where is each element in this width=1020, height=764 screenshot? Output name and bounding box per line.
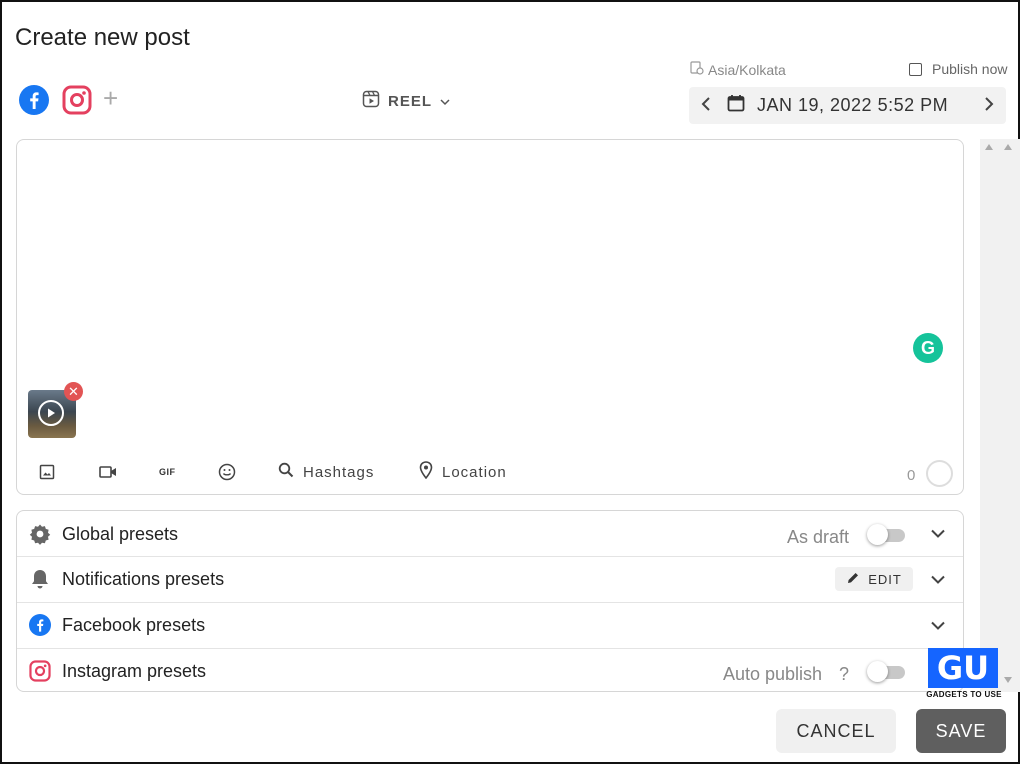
play-icon bbox=[38, 400, 64, 426]
chevron-left-icon[interactable] bbox=[689, 95, 723, 116]
editor-toolbar: GIF Hashtags Location 0 bbox=[17, 457, 963, 487]
bell-icon bbox=[29, 568, 51, 590]
page-title: Create new post bbox=[15, 24, 190, 51]
facebook-icon[interactable] bbox=[18, 84, 50, 116]
post-editor[interactable]: G ✕ GIF Hashtags Location 0 bbox=[16, 139, 964, 495]
watermark-text: GADGETS TO USE bbox=[926, 690, 1002, 699]
search-icon bbox=[278, 462, 294, 482]
chevron-down-icon[interactable] bbox=[930, 525, 946, 541]
schedule-date-picker: JAN 19, 2022 5:52 PM bbox=[689, 87, 1006, 124]
publish-now-label: Publish now bbox=[932, 61, 1008, 77]
toggle-knob bbox=[867, 661, 888, 682]
instagram-icon bbox=[29, 660, 51, 682]
grammarly-letter: G bbox=[920, 337, 935, 358]
preset-label: Notifications presets bbox=[62, 569, 225, 589]
reel-icon bbox=[362, 90, 380, 112]
cancel-button[interactable]: CANCEL bbox=[776, 709, 896, 753]
preset-row-notifications[interactable]: Notifications presets EDIT bbox=[17, 557, 963, 602]
location-button[interactable]: Location bbox=[419, 457, 507, 487]
post-type-label: REEL bbox=[388, 92, 433, 110]
scrollbar[interactable] bbox=[980, 139, 1020, 692]
close-icon[interactable]: ✕ bbox=[64, 382, 83, 401]
character-counter: 0 bbox=[907, 467, 916, 484]
chevron-down-icon[interactable] bbox=[930, 617, 946, 633]
grammarly-icon[interactable]: G bbox=[913, 333, 943, 363]
location-label: Location bbox=[442, 463, 507, 481]
help-icon[interactable]: ? bbox=[839, 664, 849, 685]
scroll-up-arrow-icon[interactable] bbox=[985, 144, 993, 150]
date-text: JAN 19, 2022 5:52 PM bbox=[757, 95, 949, 115]
facebook-icon bbox=[29, 614, 51, 636]
checkbox-box[interactable] bbox=[909, 62, 922, 76]
chevron-down-icon bbox=[440, 93, 450, 110]
gadgets-to-use-logo-icon: GU bbox=[928, 648, 998, 688]
edit-button[interactable]: EDIT bbox=[835, 567, 913, 591]
auto-publish-toggle[interactable] bbox=[867, 661, 907, 682]
scroll-up-arrow-icon[interactable] bbox=[1004, 144, 1012, 150]
calendar-icon bbox=[727, 94, 745, 117]
watermark-logo: GU GADGETS TO USE bbox=[924, 648, 1004, 702]
presets-panel: Global presets As draft Notifications pr… bbox=[16, 510, 964, 692]
gif-button[interactable]: GIF bbox=[159, 457, 176, 487]
timezone-label: Asia/Kolkata bbox=[708, 61, 786, 78]
plus-icon[interactable]: + bbox=[103, 85, 118, 111]
as-draft-label: As draft bbox=[787, 527, 850, 547]
preset-row-global[interactable]: Global presets As draft bbox=[17, 511, 963, 556]
emoji-icon[interactable] bbox=[218, 457, 236, 487]
hashtags-label: Hashtags bbox=[303, 463, 375, 481]
image-icon[interactable] bbox=[39, 457, 55, 487]
pencil-icon bbox=[846, 571, 860, 588]
location-pin-icon bbox=[419, 461, 433, 483]
auto-publish-label: Auto publish bbox=[723, 664, 823, 684]
globe-icon bbox=[690, 61, 704, 78]
chevron-down-icon[interactable] bbox=[930, 571, 946, 587]
edit-label: EDIT bbox=[868, 571, 902, 587]
save-button[interactable]: SAVE bbox=[916, 709, 1006, 753]
scroll-down-arrow-icon[interactable] bbox=[1004, 677, 1012, 683]
preset-row-facebook[interactable]: Facebook presets bbox=[17, 603, 963, 648]
date-display[interactable]: JAN 19, 2022 5:52 PM bbox=[723, 94, 972, 117]
create-post-dialog: Create new post + REEL Asia/Kolkata Publ… bbox=[0, 0, 1020, 764]
post-type-dropdown[interactable]: REEL bbox=[362, 90, 450, 112]
preset-label: Global presets bbox=[62, 524, 179, 544]
hashtags-button[interactable]: Hashtags bbox=[278, 457, 374, 487]
preset-label: Facebook presets bbox=[62, 615, 206, 635]
video-icon[interactable] bbox=[99, 457, 117, 487]
preset-row-instagram[interactable]: Instagram presets Auto publish ? bbox=[17, 649, 963, 691]
timezone-selector[interactable]: Asia/Kolkata bbox=[690, 61, 786, 78]
gear-icon bbox=[29, 523, 51, 545]
as-draft-toggle[interactable] bbox=[867, 524, 907, 545]
preset-label: Instagram presets bbox=[62, 661, 207, 681]
progress-ring bbox=[926, 460, 953, 487]
publish-now-checkbox[interactable]: Publish now bbox=[909, 61, 1008, 77]
toggle-knob bbox=[867, 524, 888, 545]
instagram-icon[interactable] bbox=[61, 84, 93, 116]
chevron-right-icon[interactable] bbox=[972, 95, 1006, 116]
